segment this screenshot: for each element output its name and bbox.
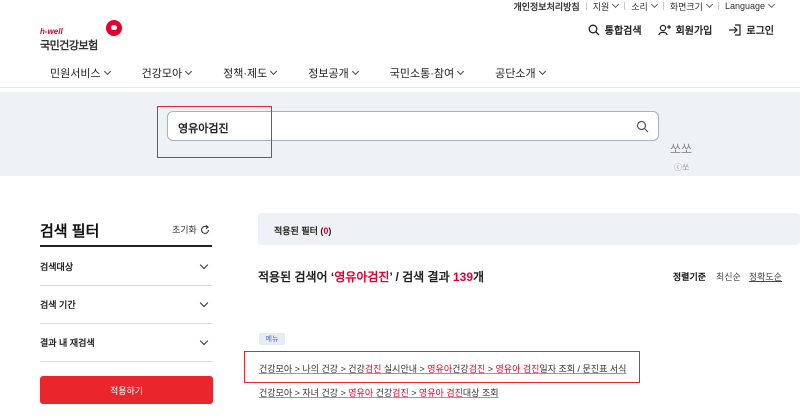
result-heading-suffix: 개	[473, 270, 485, 284]
sort-options: 정렬기준 최신순 정확도순	[673, 270, 786, 283]
nav-item-label: 국민소통·참여	[389, 68, 455, 80]
nav-item-info[interactable]: 정보공개	[308, 58, 359, 88]
support-menu[interactable]: 지원	[587, 0, 625, 13]
link-text: >	[408, 388, 419, 398]
nav-item-civil[interactable]: 민원서비스	[50, 58, 111, 88]
utility-bar: 개인정보처리방침 지원 소리 화면크기 Language	[507, 0, 780, 12]
applied-label-text: 적용된 필터 (	[274, 226, 324, 236]
applied-label-close: )	[328, 226, 332, 236]
heart-logo-icon	[106, 20, 122, 36]
login-icon	[729, 23, 741, 36]
result-heading-prefix: 적용된 검색어 ‘	[258, 270, 335, 284]
total-search-label: 통합검색	[604, 26, 642, 37]
nav-item-communication[interactable]: 국민소통·참여	[389, 58, 465, 88]
filter-row-label: 결과 내 재검색	[40, 337, 95, 348]
search-icon[interactable]	[636, 120, 649, 133]
add-user-icon	[657, 24, 671, 35]
header-actions: 통합검색 회원가입 로그인	[572, 22, 774, 37]
logo-small-text: h-well	[40, 27, 63, 36]
signup-button[interactable]: 회원가입	[657, 22, 713, 37]
support-label: 지원	[592, 1, 610, 12]
apply-button[interactable]: 적용하기	[40, 376, 213, 404]
chevron-down-icon	[185, 67, 193, 76]
filter-row-label: 검색대상	[40, 261, 74, 272]
link-highlight: 영유아	[348, 388, 374, 398]
login-label: 로그인	[746, 26, 774, 37]
filter-row-research[interactable]: 결과 내 재검색	[40, 324, 212, 360]
nav-item-label: 공단소개	[495, 68, 536, 80]
login-button[interactable]: 로그인	[728, 22, 774, 37]
nav-item-label: 건강모아	[141, 68, 183, 80]
nav-item-label: 정보공개	[308, 68, 349, 80]
chevron-down-icon	[538, 67, 546, 76]
total-search-button[interactable]: 통합검색	[588, 22, 642, 37]
sort-latest[interactable]: 최신순	[716, 270, 741, 283]
search-icon	[588, 24, 600, 35]
sound-label: 소리	[631, 1, 648, 12]
search-highlight-box	[157, 106, 272, 158]
result-count: 139	[452, 270, 473, 284]
chevron-down-icon	[270, 67, 278, 76]
logo[interactable]: h-well 국민건강보험	[40, 15, 130, 52]
filter-row-label: 검색 기간	[40, 299, 76, 310]
filter-title: 검색 필터	[40, 223, 100, 240]
site-header: h-well 국민건강보험 통합검색 회원가입 로그인	[0, 12, 800, 52]
chevron-down-icon	[199, 336, 209, 345]
divider	[40, 361, 212, 362]
chevron-down-icon	[457, 67, 465, 76]
zoom-label: 화면크기	[669, 1, 703, 12]
applied-filter-label: 적용된 필터 (0)	[274, 224, 331, 237]
nav-item-about[interactable]: 공단소개	[495, 58, 546, 88]
language-label: Language	[724, 1, 765, 11]
sort-accuracy[interactable]: 정확도순	[749, 270, 782, 283]
nav-item-health[interactable]: 건강모아	[141, 58, 193, 88]
signup-label: 회원가입	[675, 26, 713, 37]
nav-item-label: 민원서비스	[50, 68, 101, 80]
link-text: 건강모아 > 자녀 건강 >	[259, 388, 349, 398]
menu-badge: 메뉴	[259, 333, 285, 345]
chevron-down-icon	[612, 0, 620, 9]
chevron-down-icon	[650, 0, 658, 9]
nav-item-label: 정책·제도	[223, 68, 268, 80]
chevron-down-icon	[767, 0, 776, 9]
chevron-down-icon	[351, 67, 359, 76]
language-menu[interactable]: Language	[719, 0, 780, 11]
reset-label: 초기화	[172, 225, 197, 235]
applied-filter-box: 적용된 필터 (0)	[258, 213, 800, 245]
chevron-down-icon	[199, 298, 209, 307]
sort-label: 정렬기준	[672, 272, 707, 282]
logo-main-text: 국민건강보험	[40, 40, 98, 52]
chevron-down-icon	[705, 0, 713, 9]
privacy-link[interactable]: 개인정보처리방침	[507, 0, 585, 13]
link-text: 대상 조회	[462, 388, 499, 398]
sound-menu[interactable]: 소리	[625, 0, 663, 13]
result-heading-mid: ’ / 검색 결과	[389, 270, 453, 284]
result-keyword: 영유아검진	[334, 270, 390, 284]
result-heading: 적용된 검색어 ‘영유아검진’ / 검색 결과 139개	[258, 268, 484, 285]
refresh-icon	[200, 224, 209, 234]
chevron-down-icon	[103, 67, 111, 76]
link-highlight: 영유아 검진	[419, 388, 463, 398]
side-text: 쏘쏘	[670, 142, 693, 156]
filter-row-period[interactable]: 검색 기간	[40, 286, 212, 322]
main-nav: 민원서비스 건강모아 정책·제도 정보공개 국민소통·참여 공단소개	[0, 58, 800, 88]
zoom-menu[interactable]: 화면크기	[664, 0, 718, 13]
link-highlight: 검진	[392, 388, 409, 398]
nav-item-policy[interactable]: 정책·제도	[223, 58, 278, 88]
reset-button[interactable]: 초기화	[172, 223, 210, 236]
filter-row-target[interactable]: 검색대상	[40, 248, 212, 284]
result-link-2[interactable]: 건강모아 > 자녀 건강 > 영유아 건강검진 > 영유아 검진대상 조회	[259, 386, 499, 399]
side-subtext: ⓒ쏘	[674, 163, 690, 172]
link-text: 건강	[373, 388, 393, 398]
result-highlight-box	[244, 351, 640, 383]
filter-top-line	[40, 245, 212, 247]
chevron-down-icon	[199, 260, 209, 269]
